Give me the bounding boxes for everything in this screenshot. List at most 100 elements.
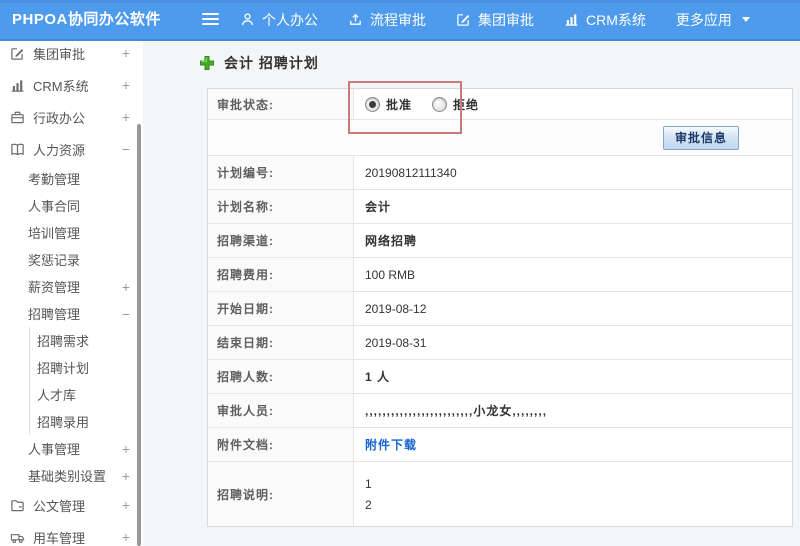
sidebar-item[interactable]: 招聘计划 (29, 354, 143, 381)
field-value: 2019-08-12 (365, 301, 427, 316)
bar-chart-icon (564, 12, 579, 27)
field-row: 招聘人数: 1 人 (208, 360, 792, 394)
nav-item-label: CRM系统 (586, 11, 646, 28)
sidebar-item[interactable]: 集团审批 + (0, 41, 143, 69)
nav-menu: 个人办公 流程审批 集团审批 CRM系统 更多应用 (240, 0, 750, 39)
field-row: 招聘费用: 100 RMB (208, 258, 792, 292)
field-label: 开始日期: (208, 292, 354, 325)
sidebar-menu: 集团审批 + CRM系统 + 行政办公 + 人力资源 − 考勤管理 人事合同 培训管理 奖惩记录 薪资管… (0, 41, 143, 546)
nav-item[interactable]: 流程审批 (348, 10, 426, 30)
sidebar-item[interactable]: 人力资源 − (0, 133, 143, 165)
sidebar-item[interactable]: 招聘录用 (29, 408, 143, 435)
sidebar-item-label: 人事合同 (28, 199, 81, 214)
sidebar-item[interactable]: 薪资管理 + (0, 273, 143, 300)
sidebar-item-label: CRM系统 (33, 78, 89, 94)
field-value: ,,,,,,,,,,,,,,,,,,,,,,,,,小龙女,,,,,,,, (365, 404, 548, 418)
field-row: 附件文档: 附件下载 (208, 428, 792, 462)
sidebar-item[interactable]: 考勤管理 (0, 165, 143, 192)
sidebar-item[interactable]: 招聘管理 − (0, 300, 143, 327)
sidebar-item[interactable]: 人才库 (29, 381, 143, 408)
edit-square-icon (456, 12, 471, 27)
person-icon (240, 12, 255, 27)
sidebar-item[interactable]: 培训管理 (0, 219, 143, 246)
hamburger-icon[interactable] (202, 13, 219, 28)
sidebar-item[interactable]: 奖惩记录 (0, 246, 143, 273)
expand-icon[interactable]: + (122, 469, 130, 483)
field-row: 招聘渠道: 网络招聘 (208, 224, 792, 258)
expand-icon[interactable]: + (122, 442, 130, 456)
sidebar-item-label: 招聘计划 (37, 361, 90, 376)
sidebar-item-label: 行政办公 (33, 110, 86, 126)
field-value: 20190812111340 (365, 165, 457, 180)
expand-icon[interactable]: + (122, 46, 130, 60)
nav-item-label: 个人办公 (262, 11, 318, 28)
collapse-icon[interactable]: − (122, 307, 130, 321)
sidebar-item[interactable]: 基础类别设置 + (0, 462, 143, 489)
sidebar-item-label: 人事管理 (28, 442, 81, 457)
expand-icon[interactable]: + (122, 78, 130, 92)
approval-options: 批准 拒绝 (354, 89, 792, 119)
sidebar-item-label: 薪资管理 (28, 280, 81, 295)
field-value-line: 2 (365, 497, 372, 512)
field-row: 结束日期: 2019-08-31 (208, 326, 792, 360)
field-label: 审批状态: (208, 89, 354, 119)
field-value: 会计 (365, 200, 392, 214)
field-label: 招聘人数: (208, 360, 354, 393)
sidebar-item[interactable]: 招聘需求 (29, 327, 143, 354)
main-content: 会计 招聘计划 审批状态: 批准 拒绝 审批信息 计划编号: 20190812111… (143, 41, 800, 546)
field-value: 1 人 (365, 370, 391, 384)
sidebar-item[interactable]: CRM系统 + (0, 69, 143, 101)
sidebar-item[interactable]: 人事合同 (0, 192, 143, 219)
field-label: 审批人员: (208, 394, 354, 427)
sidebar-item-label: 培训管理 (28, 226, 81, 241)
nav-item-label: 流程审批 (370, 11, 426, 28)
flow-icon (348, 12, 363, 27)
nav-item[interactable]: 个人办公 (240, 10, 318, 30)
sidebar-item[interactable]: 行政办公 + (0, 101, 143, 133)
field-label: 招聘说明: (208, 462, 354, 526)
chevron-down-icon (741, 17, 750, 22)
field-label: 计划名称: (208, 190, 354, 223)
sidebar-item-label: 集团审批 (33, 46, 86, 62)
approval-info-button[interactable]: 审批信息 (662, 125, 739, 150)
expand-icon[interactable]: + (122, 530, 130, 544)
top-nav-bar: PHPOA协同办公软件 个人办公 流程审批 集团审批 CRM系统 更多应用 (0, 0, 800, 41)
radio-option[interactable] (365, 96, 380, 112)
field-value: 网络招聘 (365, 234, 418, 248)
approval-status-row: 审批状态: 批准 拒绝 (208, 89, 792, 120)
expand-icon[interactable]: + (122, 498, 130, 512)
field-label: 附件文档: (208, 428, 354, 461)
field-row: 计划编号: 20190812111340 (208, 156, 792, 190)
collapse-icon[interactable]: − (122, 142, 130, 156)
field-value-line: 1 (365, 476, 372, 491)
sidebar-scrollbar[interactable] (137, 124, 141, 546)
field-value: 附件下载 (354, 428, 792, 461)
sidebar: 集团审批 + CRM系统 + 行政办公 + 人力资源 − 考勤管理 人事合同 培训管理 奖惩记录 薪资管… (0, 41, 143, 546)
sidebar-item-label: 公文管理 (33, 498, 86, 514)
nav-item[interactable]: 更多应用 (676, 10, 750, 30)
sidebar-item[interactable]: 公文管理 + (0, 489, 143, 521)
field-label: 计划编号: (208, 156, 354, 189)
attachment-download-link[interactable]: 附件下载 (365, 436, 417, 453)
sidebar-item-label: 人才库 (37, 388, 77, 403)
field-label: 结束日期: (208, 326, 354, 359)
sidebar-item[interactable]: 人事管理 + (0, 435, 143, 462)
approval-button-row: 审批信息 (208, 120, 792, 156)
sidebar-item[interactable]: 用车管理 + (0, 521, 143, 546)
expand-icon[interactable]: + (122, 110, 130, 124)
field-row: 开始日期: 2019-08-12 (208, 292, 792, 326)
detail-form: 审批状态: 批准 拒绝 审批信息 计划编号: 20190812111340 计划名称:… (207, 88, 793, 527)
book-icon (10, 142, 25, 157)
field-label: 招聘渠道: (208, 224, 354, 257)
field-row: 招聘说明: 1 2 (208, 462, 792, 526)
briefcase-icon (10, 110, 25, 125)
radio-option[interactable] (432, 96, 448, 112)
sidebar-item-label: 用车管理 (33, 530, 86, 546)
car-icon (10, 530, 25, 545)
expand-icon[interactable]: + (122, 280, 130, 294)
nav-item[interactable]: 集团审批 (456, 10, 534, 30)
edit-square-icon (10, 46, 25, 61)
nav-item[interactable]: CRM系统 (564, 10, 646, 30)
field-row: 审批人员: ,,,,,,,,,,,,,,,,,,,,,,,,,小龙女,,,,,,,… (208, 394, 792, 428)
field-label: 招聘费用: (208, 258, 354, 291)
